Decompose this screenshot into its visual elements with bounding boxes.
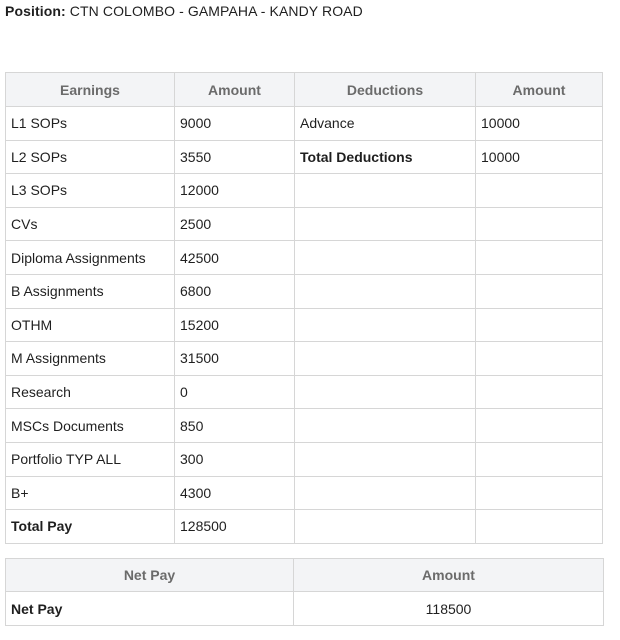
- earnings-amount-header: Amount: [174, 72, 295, 107]
- earning-amount: 3550: [174, 139, 295, 175]
- earning-amount: 300: [174, 441, 295, 477]
- payslip-header-row: Earnings Amount Deductions Amount: [5, 72, 603, 107]
- total-deductions-amount: 10000: [475, 139, 603, 175]
- earning-label: Portfolio TYP ALL: [5, 441, 175, 477]
- empty-cell: [294, 307, 476, 343]
- empty-cell: [475, 475, 603, 511]
- empty-cell: [294, 374, 476, 410]
- empty-cell: [475, 173, 603, 208]
- total-pay-label: Total Pay: [5, 509, 175, 544]
- earning-label: L3 SOPs: [5, 173, 175, 208]
- net-pay-label: Net Pay: [5, 591, 294, 626]
- empty-cell: [294, 273, 476, 309]
- empty-cell: [294, 441, 476, 477]
- earning-amount: 6800: [174, 273, 295, 309]
- empty-cell: [475, 206, 603, 242]
- empty-cell: [475, 341, 603, 376]
- table-row: Net Pay 118500: [5, 591, 604, 626]
- net-pay-table: Net Pay Amount Net Pay 118500: [5, 558, 604, 626]
- net-pay-amount-header: Amount: [293, 558, 604, 592]
- position-label: Position:: [5, 3, 66, 19]
- earnings-header: Earnings: [5, 72, 175, 107]
- table-row: L3 SOPs 12000: [5, 173, 603, 208]
- empty-cell: [475, 408, 603, 443]
- net-pay-amount: 118500: [293, 591, 604, 626]
- deductions-header: Deductions: [294, 72, 476, 107]
- empty-cell: [475, 374, 603, 410]
- earning-label: OTHM: [5, 307, 175, 343]
- table-row: Research 0: [5, 374, 603, 410]
- earning-label: M Assignments: [5, 341, 175, 376]
- earning-label: Diploma Assignments: [5, 240, 175, 275]
- earning-label: MSCs Documents: [5, 408, 175, 443]
- table-row: B Assignments 6800: [5, 273, 603, 309]
- earning-label: CVs: [5, 206, 175, 242]
- earning-label: B+: [5, 475, 175, 511]
- deduction-label: Advance: [294, 106, 476, 141]
- empty-cell: [475, 240, 603, 275]
- table-row: OTHM 15200: [5, 307, 603, 343]
- earning-label: B Assignments: [5, 273, 175, 309]
- deductions-amount-header: Amount: [475, 72, 603, 107]
- empty-cell: [475, 509, 603, 544]
- total-deductions-label: Total Deductions: [294, 139, 476, 175]
- net-pay-header-row: Net Pay Amount: [5, 558, 604, 592]
- table-row: MSCs Documents 850: [5, 408, 603, 443]
- earning-amount: 31500: [174, 341, 295, 376]
- earning-label: L1 SOPs: [5, 106, 175, 141]
- table-row: L2 SOPs 3550 Total Deductions 10000: [5, 139, 603, 175]
- table-row: B+ 4300: [5, 475, 603, 511]
- payslip-table: Earnings Amount Deductions Amount L1 SOP…: [5, 72, 603, 544]
- earning-amount: 0: [174, 374, 295, 410]
- empty-cell: [294, 341, 476, 376]
- table-row: CVs 2500: [5, 206, 603, 242]
- total-pay-amount: 128500: [174, 509, 295, 544]
- empty-cell: [475, 307, 603, 343]
- empty-cell: [294, 206, 476, 242]
- empty-cell: [294, 173, 476, 208]
- empty-cell: [294, 509, 476, 544]
- earning-label: L2 SOPs: [5, 139, 175, 175]
- empty-cell: [294, 240, 476, 275]
- earning-label: Research: [5, 374, 175, 410]
- net-pay-header: Net Pay: [5, 558, 294, 592]
- earning-amount: 4300: [174, 475, 295, 511]
- earning-amount: 2500: [174, 206, 295, 242]
- empty-cell: [475, 273, 603, 309]
- empty-cell: [294, 475, 476, 511]
- table-row: Diploma Assignments 42500: [5, 240, 603, 275]
- earning-amount: 12000: [174, 173, 295, 208]
- earning-amount: 42500: [174, 240, 295, 275]
- deduction-amount: 10000: [475, 106, 603, 141]
- earning-amount: 15200: [174, 307, 295, 343]
- earning-amount: 9000: [174, 106, 295, 141]
- position-line: Position: CTN COLOMBO - GAMPAHA - KANDY …: [5, 3, 363, 19]
- empty-cell: [475, 441, 603, 477]
- table-row: L1 SOPs 9000 Advance 10000: [5, 106, 603, 141]
- position-value: CTN COLOMBO - GAMPAHA - KANDY ROAD: [69, 3, 363, 19]
- table-row: Portfolio TYP ALL 300: [5, 441, 603, 477]
- earning-amount: 850: [174, 408, 295, 443]
- table-row: M Assignments 31500: [5, 341, 603, 376]
- empty-cell: [294, 408, 476, 443]
- table-row: Total Pay 128500: [5, 509, 603, 544]
